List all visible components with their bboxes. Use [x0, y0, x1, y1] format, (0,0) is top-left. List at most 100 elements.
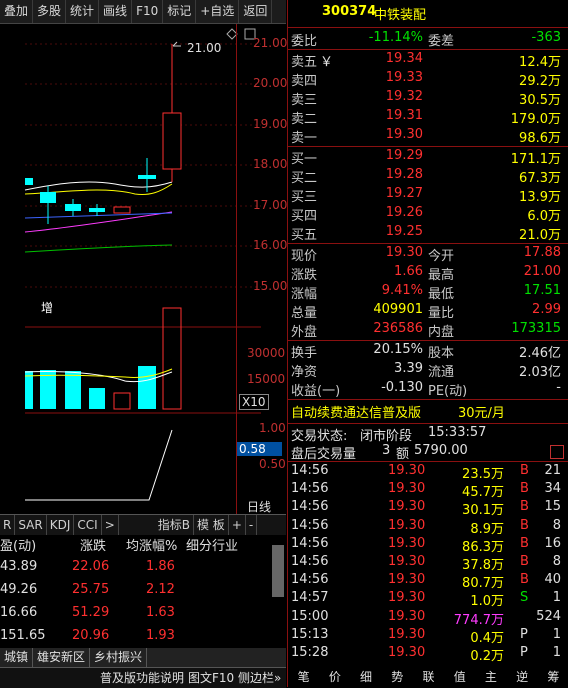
toolbar-mark[interactable]: 标记 — [163, 0, 197, 23]
toolbar-overlay[interactable]: 叠加 — [0, 0, 34, 23]
row-pe: 16.66 — [0, 605, 38, 620]
chart-icon[interactable] — [550, 445, 564, 459]
buy-row-3[interactable]: 买三 19.27 13.9万 — [288, 186, 568, 205]
buy-volume: 13.9万 — [519, 190, 561, 205]
toolbar-f10[interactable]: F10 — [132, 0, 164, 23]
row-change: 25.75 — [72, 582, 110, 597]
header-industry[interactable]: 细分行业 — [186, 535, 238, 554]
tab-indicator-b[interactable]: 指标B — [155, 515, 194, 535]
tab-r[interactable]: R — [0, 515, 16, 535]
status-help[interactable]: 普及版功能说明 — [100, 668, 184, 688]
buy-label: 买四 — [291, 209, 318, 224]
table-row[interactable]: 49.26 25.75 2.12 — [0, 582, 286, 604]
table-row[interactable]: 151.65 20.96 1.93 — [0, 628, 286, 650]
tab-template[interactable]: 模 板 — [194, 515, 229, 535]
quote-value2: 2.99 — [532, 302, 561, 317]
ma60-line — [24, 244, 173, 253]
sell-volume: 30.5万 — [519, 93, 561, 108]
period-label[interactable]: 日线 — [247, 498, 271, 515]
tick-side: B — [520, 572, 529, 588]
quote-label2: 量比 — [428, 306, 455, 321]
sell-row-1[interactable]: 卖一 19.30 98.6万 — [288, 127, 568, 146]
stock-title: 300374 中铁装配 — [288, 4, 568, 23]
toolbar-multi-stock[interactable]: 多股 — [33, 0, 67, 23]
fund-value: -0.130 — [381, 380, 423, 395]
buy-row-1[interactable]: 买一 19.29 171.1万 — [288, 148, 568, 167]
tab-more[interactable]: > — [102, 515, 119, 535]
tick-volume: 23.5万 — [462, 467, 504, 482]
buy-label: 买五 — [291, 228, 318, 243]
tick-count: 34 — [544, 481, 561, 497]
sell-label: 卖一 — [291, 131, 318, 146]
tab-reverse[interactable]: 逆 — [516, 667, 528, 687]
row-avg: 1.86 — [146, 559, 175, 574]
tick-row: 14:57 19.30 1.0万 S 1 — [288, 590, 568, 609]
trade-status: 交易状态: 闭市阶段 15:33:57 — [288, 425, 568, 444]
toolbar-back[interactable]: 返回 — [239, 0, 273, 23]
tick-side: B — [520, 517, 529, 533]
tab-detail[interactable]: 细 — [360, 667, 372, 687]
row-avg: 1.93 — [146, 628, 175, 643]
tab-minus[interactable]: - — [246, 515, 258, 535]
header-avg-change[interactable]: 均涨幅% — [126, 535, 177, 554]
tick-side: B — [520, 554, 529, 569]
fund-label: 换手 — [291, 346, 318, 361]
indicator-line — [25, 429, 173, 501]
tick-volume: 1.0万 — [470, 594, 504, 610]
vol-tick: 15000 — [247, 372, 286, 386]
sell-row-4[interactable]: 卖四 19.33 29.2万 — [288, 70, 568, 89]
ind-tick: 0.50 — [259, 457, 286, 471]
tab-kdj[interactable]: KDJ — [47, 515, 75, 535]
peak-label: 21.00 — [187, 41, 221, 55]
sell-row-2[interactable]: 卖二 19.31 179.0万 — [288, 108, 568, 127]
header-change[interactable]: 涨跌 — [80, 535, 106, 554]
fund-row: 收益(一) -0.130 PE(动) - — [288, 380, 568, 399]
buy-row-4[interactable]: 买四 19.26 6.0万 — [288, 205, 568, 224]
promo-banner[interactable]: 自动续费通达信普及版 30元/月 — [288, 402, 568, 421]
fund-label2: PE(动) — [428, 384, 468, 399]
header-pe[interactable]: 盈(动) — [0, 535, 36, 554]
fund-label2: 流通 — [428, 365, 455, 380]
table-row[interactable]: 16.66 51.29 1.63 — [0, 605, 286, 627]
tab-value[interactable]: 值 — [454, 667, 466, 687]
sell-row-5[interactable]: 卖五 ￥ 19.34 12.4万 — [288, 51, 568, 70]
toolbar-add-watchlist[interactable]: +自选 — [196, 0, 240, 23]
quote-value2: 21.00 — [523, 264, 561, 279]
status-sidebar[interactable]: 侧边栏» — [238, 668, 281, 688]
tick-count: 8 — [552, 517, 561, 533]
sheet-tab-rural[interactable]: 乡村振兴 — [90, 648, 148, 667]
table-scrollbar[interactable] — [272, 545, 284, 597]
tab-cci[interactable]: CCI — [74, 515, 102, 535]
buy-row-5[interactable]: 买五 19.25 21.0万 — [288, 224, 568, 243]
tab-sar[interactable]: SAR — [15, 515, 47, 535]
buy-volume: 6.0万 — [527, 209, 561, 224]
tab-ticks[interactable]: 笔 — [298, 667, 310, 687]
sell-label: 卖五 — [291, 55, 318, 70]
buy-price: 19.29 — [385, 148, 423, 163]
tab-plus[interactable]: + — [229, 515, 246, 535]
trade-status-value: 闭市阶段 — [360, 429, 413, 444]
tab-link[interactable]: 联 — [422, 667, 434, 687]
tick-price: 19.30 — [388, 499, 426, 515]
tab-price[interactable]: 价 — [329, 667, 341, 687]
sheet-tab-town[interactable]: 城镇 — [0, 648, 34, 667]
tick-volume: 45.7万 — [462, 485, 504, 501]
table-row[interactable]: 43.89 22.06 1.86 — [0, 559, 286, 581]
tick-side: B — [520, 499, 529, 515]
tab-chips[interactable]: 筹 — [547, 667, 559, 687]
tab-main[interactable]: 主 — [485, 667, 497, 687]
trade-status-time: 15:33:57 — [428, 425, 487, 440]
chart-toolbar: 叠加 多股 统计 画线 F10 标记 +自选 返回 — [0, 0, 286, 24]
weicha-value: -363 — [531, 30, 561, 45]
row-avg: 1.63 — [146, 605, 175, 620]
sell-row-3[interactable]: 卖三 19.32 30.5万 — [288, 89, 568, 108]
tab-trend[interactable]: 势 — [391, 667, 403, 687]
toolbar-draw-line[interactable]: 画线 — [99, 0, 133, 23]
sheet-tab-xiongan[interactable]: 雄安新区 — [33, 648, 91, 667]
indicator-tabs: R SAR KDJ CCI > 指标B 模 板 + - — [0, 514, 286, 535]
weibi-row: 委比 -11.14% 委差 -363 — [288, 30, 568, 49]
quote-value: 19.30 — [385, 245, 423, 260]
toolbar-stats[interactable]: 统计 — [66, 0, 100, 23]
buy-row-2[interactable]: 买二 19.28 67.3万 — [288, 167, 568, 186]
status-f10[interactable]: 图文F10 — [188, 668, 234, 688]
